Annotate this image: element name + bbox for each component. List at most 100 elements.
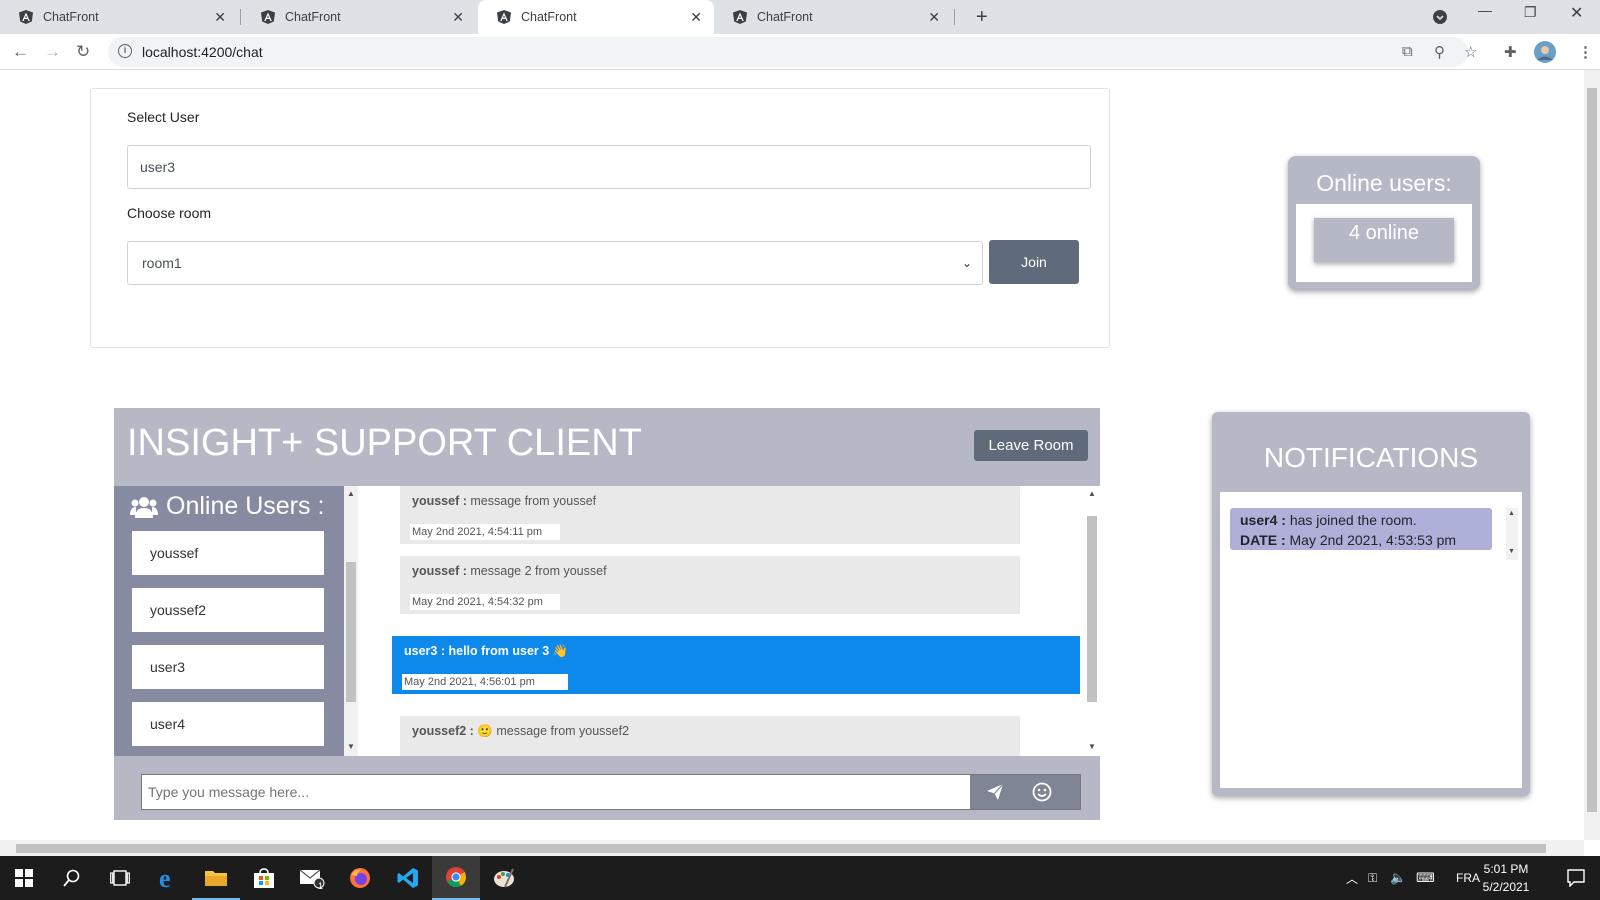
scroll-up-icon[interactable]: ▲ <box>1508 510 1515 517</box>
scroll-thumb[interactable] <box>16 844 1546 853</box>
message-date: May 2nd 2021, 4:54:32 pm <box>410 594 560 610</box>
leave-room-button[interactable]: Leave Room <box>974 430 1088 461</box>
clock-time: 5:01 PM <box>1483 862 1529 876</box>
taskbar-vscode[interactable] <box>384 856 432 900</box>
browser-toolbar: ← → ↻ i localhost:4200/chat ⧉ ⚲ ☆ ✚ ⋮ <box>0 34 1600 70</box>
page-horizontal-scrollbar[interactable] <box>0 840 1584 856</box>
send-icon[interactable] <box>986 783 1004 801</box>
user-list-item[interactable]: user4 <box>132 702 324 746</box>
message-author: user3 : <box>404 644 445 658</box>
messages-scrollbar[interactable]: ▲ ▼ <box>1084 486 1100 756</box>
notifications-card: NOTIFICATIONS user4 : has joined the roo… <box>1212 412 1530 796</box>
page-vertical-scrollbar[interactable] <box>1584 70 1600 840</box>
close-icon[interactable]: ✕ <box>928 9 940 26</box>
scroll-up-icon[interactable]: ▲ <box>347 489 355 498</box>
scroll-thumb[interactable] <box>1087 516 1097 702</box>
user-list-item[interactable]: user3 <box>132 645 324 689</box>
browser-tab-active[interactable]: ChatFront ✕ <box>478 0 714 34</box>
user-list-item[interactable]: youssef <box>132 531 324 575</box>
scroll-up-icon[interactable]: ▲ <box>1088 489 1096 498</box>
firefox-icon <box>350 868 370 888</box>
tab-divider <box>240 9 241 25</box>
online-users-card: Online users: 4 online <box>1288 156 1480 290</box>
join-button[interactable]: Join <box>989 240 1079 284</box>
notification-text: has joined the room. <box>1289 512 1417 528</box>
online-users-header-text: Online Users : <box>166 492 325 520</box>
select-user-label: Select User <box>127 109 200 125</box>
notification-item: user4 : has joined the room. DATE : May … <box>1230 508 1492 550</box>
zoom-icon[interactable]: ⚲ <box>1434 43 1445 61</box>
scroll-down-icon[interactable]: ▼ <box>1088 742 1096 751</box>
notifications-scrollbar[interactable]: ▲ ▼ <box>1506 508 1518 560</box>
task-view-icon <box>110 870 130 886</box>
menu-icon[interactable]: ⋮ <box>1578 43 1593 61</box>
scroll-down-icon[interactable]: ▼ <box>347 742 355 751</box>
taskbar-store[interactable] <box>240 856 288 900</box>
choose-room-label: Choose room <box>127 205 212 221</box>
taskbar-chrome[interactable] <box>432 856 480 900</box>
angular-icon <box>261 10 275 24</box>
user-input[interactable]: user3 <box>127 145 1091 189</box>
volume-icon[interactable]: 🔈 <box>1390 870 1406 886</box>
angular-icon <box>19 10 33 24</box>
room-select[interactable]: room1 ⌄ <box>127 241 983 285</box>
message-placeholder: Type you message here... <box>148 784 310 800</box>
extensions-icon[interactable]: ✚ <box>1504 43 1517 61</box>
browser-tab[interactable]: ChatFront ✕ <box>0 0 238 34</box>
bookmark-star-icon[interactable]: ☆ <box>1464 43 1477 61</box>
start-button[interactable] <box>0 856 48 900</box>
scroll-thumb[interactable] <box>346 562 356 702</box>
store-icon <box>254 868 274 888</box>
minimize-icon[interactable]: ― <box>1478 2 1492 18</box>
forward-icon[interactable]: → <box>44 42 61 62</box>
vscode-icon <box>397 868 418 888</box>
taskbar-edge[interactable]: e <box>144 856 192 900</box>
restore-icon[interactable]: ❐ <box>1524 4 1537 21</box>
user-list-item[interactable]: youssef2 <box>132 588 324 632</box>
emoji-icon[interactable] <box>1032 782 1052 802</box>
scroll-thumb[interactable] <box>1587 88 1597 812</box>
tab-search-icon[interactable] <box>1432 9 1448 25</box>
action-center-button[interactable] <box>1552 856 1600 900</box>
task-view-button[interactable] <box>96 856 144 900</box>
keyboard-icon[interactable]: ⌨ <box>1416 870 1435 886</box>
close-icon[interactable]: ✕ <box>452 9 464 26</box>
tab-divider <box>954 9 955 25</box>
browser-tab[interactable]: ChatFront ✕ <box>714 0 952 34</box>
new-tab-icon[interactable]: + <box>976 6 988 29</box>
notification-date-label: DATE : <box>1240 532 1286 548</box>
close-icon[interactable]: ✕ <box>214 9 226 26</box>
message-date: May 2nd 2021, 4:56:01 pm <box>402 674 568 690</box>
taskbar-mail[interactable]: 1 <box>288 856 336 900</box>
window-close-icon[interactable]: ✕ <box>1570 3 1583 23</box>
room-select-value: room1 <box>142 255 182 271</box>
reload-icon[interactable]: ↻ <box>76 42 90 62</box>
edge-icon: e <box>159 867 171 889</box>
taskbar-paint[interactable] <box>480 856 528 900</box>
taskbar-file-explorer[interactable] <box>192 856 240 900</box>
chrome-icon <box>446 867 467 888</box>
site-info-icon[interactable]: i <box>118 44 132 58</box>
close-icon[interactable]: ✕ <box>690 9 702 26</box>
users-scrollbar[interactable]: ▲ ▼ <box>344 486 358 756</box>
notifications-list: user4 : has joined the room. DATE : May … <box>1220 492 1522 788</box>
chevron-up-icon[interactable]: ︿ <box>1346 870 1358 887</box>
search-button[interactable] <box>48 856 96 900</box>
online-count-badge: 4 online <box>1314 218 1454 262</box>
mail-badge: 1 <box>318 881 324 891</box>
own-message-item: user3 : hello from user 3 👋 May 2nd 2021… <box>392 636 1080 694</box>
profile-avatar[interactable] <box>1534 41 1556 63</box>
back-icon[interactable]: ← <box>12 42 29 62</box>
taskbar-clock[interactable]: 5:01 PM 5/2/2021 <box>1470 860 1542 896</box>
message-input[interactable]: Type you message here... <box>141 774 1081 810</box>
network-icon[interactable]: ⚿ <box>1368 871 1377 886</box>
address-bar[interactable]: i localhost:4200/chat <box>108 37 1468 67</box>
message-text: 🙂 message from youssef2 <box>477 724 630 738</box>
notification-user: user4 : <box>1240 512 1286 528</box>
scroll-down-icon[interactable]: ▼ <box>1508 548 1515 555</box>
browser-tab[interactable]: ChatFront ✕ <box>242 0 476 34</box>
translate-icon[interactable]: ⧉ <box>1402 43 1413 60</box>
url-text: localhost:4200/chat <box>142 44 263 60</box>
message-author: youssef : <box>412 564 467 578</box>
taskbar-firefox[interactable] <box>336 856 384 900</box>
